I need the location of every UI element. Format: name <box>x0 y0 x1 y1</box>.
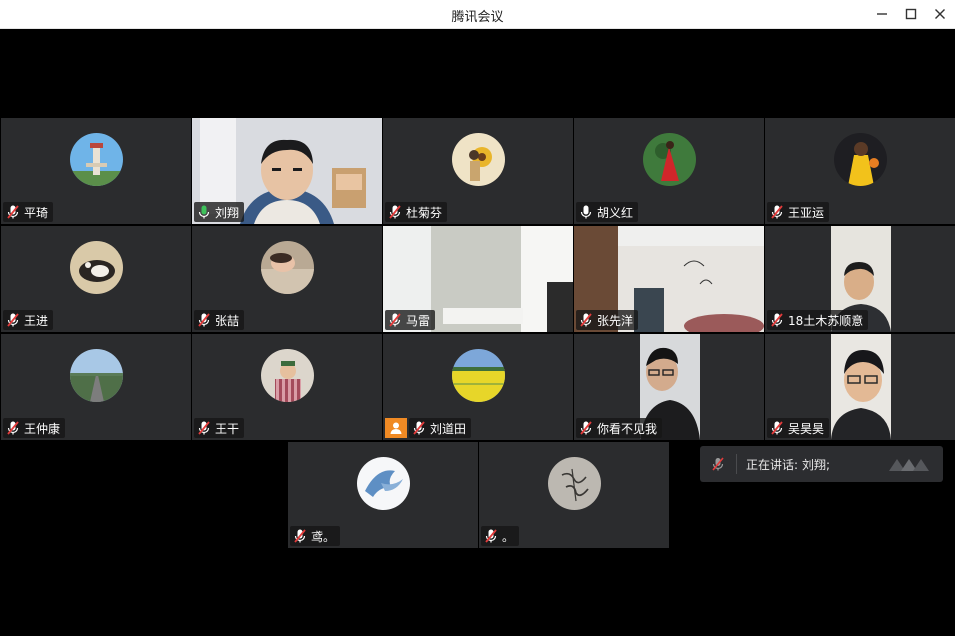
mic-muted-icon <box>580 313 592 327</box>
participant-nametag: 刘道田 <box>409 418 472 438</box>
participant-name: 王亚运 <box>788 205 825 220</box>
participant-avatar <box>643 133 696 186</box>
participant-tile[interactable]: 鸢。 <box>288 442 478 548</box>
participant-tile[interactable]: 张先洋 <box>574 226 764 332</box>
maximize-button[interactable] <box>900 4 922 24</box>
maximize-icon <box>905 8 917 20</box>
participant-nametag: 马雷 <box>385 310 436 330</box>
participant-tile[interactable]: 王进 <box>1 226 191 332</box>
close-icon <box>935 9 945 19</box>
mic-muted-icon <box>771 421 783 435</box>
participant-avatar <box>452 133 505 186</box>
participant-avatar <box>357 457 410 510</box>
participant-name: 刘道田 <box>430 421 467 436</box>
participant-avatar <box>548 457 601 510</box>
participant-nametag: 胡义红 <box>576 202 639 222</box>
window-title: 腾讯会议 <box>451 10 504 25</box>
mic-muted-icon <box>294 529 306 543</box>
mic-muted-icon <box>485 529 497 543</box>
participant-nametag: 你看不见我 <box>576 418 663 438</box>
participant-tile[interactable]: 。 <box>479 442 669 548</box>
mic-muted-icon <box>198 421 210 435</box>
participant-avatar <box>261 349 314 402</box>
participant-nametag: 王仲康 <box>3 418 66 438</box>
participant-name: 鸢。 <box>311 529 336 544</box>
mic-muted-icon <box>712 457 724 471</box>
meeting-stage: 平琦 刘翔 杜菊芬 胡义红 王亚运 王进 张喆 马雷 张先洋 18土木苏顺意 王… <box>0 29 955 636</box>
participant-avatar <box>452 349 505 402</box>
participant-tile[interactable]: 张喆 <box>192 226 382 332</box>
participant-nametag: 杜菊芬 <box>385 202 448 222</box>
participant-tile[interactable]: 平琦 <box>1 118 191 224</box>
participant-nametag: 张喆 <box>194 310 245 330</box>
participant-avatar <box>70 133 123 186</box>
speaking-prefix: 正在讲话: <box>746 457 799 472</box>
minimize-button[interactable] <box>871 4 893 24</box>
participant-name: 平琦 <box>24 205 49 220</box>
mic-muted-icon <box>580 421 592 435</box>
mic-muted-icon <box>389 313 401 327</box>
participant-nametag: 。 <box>481 526 520 546</box>
participant-tile[interactable]: 18土木苏顺意 <box>765 226 955 332</box>
participant-nametag: 吴昊昊 <box>767 418 830 438</box>
user-icon <box>385 418 407 438</box>
mic-muted-icon <box>7 421 19 435</box>
app-logo-icon <box>889 459 929 471</box>
mic-muted-icon <box>389 205 401 219</box>
participant-nametag: 王进 <box>3 310 54 330</box>
participant-nametag: 张先洋 <box>576 310 639 330</box>
participant-tile[interactable]: 马雷 <box>383 226 573 332</box>
minimize-icon <box>877 13 887 15</box>
participant-name: 18土木苏顺意 <box>788 313 864 328</box>
mic-muted-icon <box>7 313 19 327</box>
participant-name: 王干 <box>215 421 240 436</box>
speaking-mic <box>700 446 736 482</box>
mic-muted-icon <box>7 205 19 219</box>
participant-avatar <box>70 349 123 402</box>
participant-name: 张喆 <box>215 313 240 328</box>
participant-tile[interactable]: 胡义红 <box>574 118 764 224</box>
participant-tile[interactable]: 你看不见我 <box>574 334 764 440</box>
participant-name: 马雷 <box>406 313 431 328</box>
mic-muted-icon <box>771 205 783 219</box>
participant-avatar <box>834 133 887 186</box>
participant-nametag: 王亚运 <box>767 202 830 222</box>
participant-avatar <box>261 241 314 294</box>
participant-name: 刘翔 <box>215 205 240 220</box>
divider <box>736 454 737 474</box>
participant-tile[interactable]: 王亚运 <box>765 118 955 224</box>
participant-nametag: 18土木苏顺意 <box>767 310 869 330</box>
participant-tile[interactable]: 吴昊昊 <box>765 334 955 440</box>
participant-tile[interactable]: 刘翔 <box>192 118 382 224</box>
mic-active-icon <box>198 205 210 219</box>
participant-name: 你看不见我 <box>597 421 658 436</box>
participant-nametag: 鸢。 <box>290 526 341 546</box>
participant-nametag: 刘翔 <box>194 202 245 222</box>
participant-tile[interactable]: 王仲康 <box>1 334 191 440</box>
participant-name: 王仲康 <box>24 421 61 436</box>
participant-name: 。 <box>502 529 515 544</box>
speaking-names: 刘翔; <box>802 457 831 472</box>
participant-name: 王进 <box>24 313 49 328</box>
mic-muted-icon <box>413 421 425 435</box>
participant-name: 张先洋 <box>597 313 634 328</box>
participant-avatar <box>70 241 123 294</box>
participant-name: 吴昊昊 <box>788 421 825 436</box>
title-bar: 腾讯会议 <box>0 0 955 29</box>
participant-tile[interactable]: 杜菊芬 <box>383 118 573 224</box>
participant-tile[interactable]: 王干 <box>192 334 382 440</box>
participant-tile[interactable]: 刘道田 <box>383 334 573 440</box>
mic-muted-icon <box>198 313 210 327</box>
mic-icon <box>580 205 592 219</box>
close-button[interactable] <box>929 4 951 24</box>
mic-muted-icon <box>771 313 783 327</box>
participant-name: 杜菊芬 <box>406 205 443 220</box>
speaking-indicator: 正在讲话: 刘翔; <box>700 446 943 482</box>
participant-nametag: 平琦 <box>3 202 54 222</box>
participant-nametag: 王干 <box>194 418 245 438</box>
participant-name: 胡义红 <box>597 205 634 220</box>
